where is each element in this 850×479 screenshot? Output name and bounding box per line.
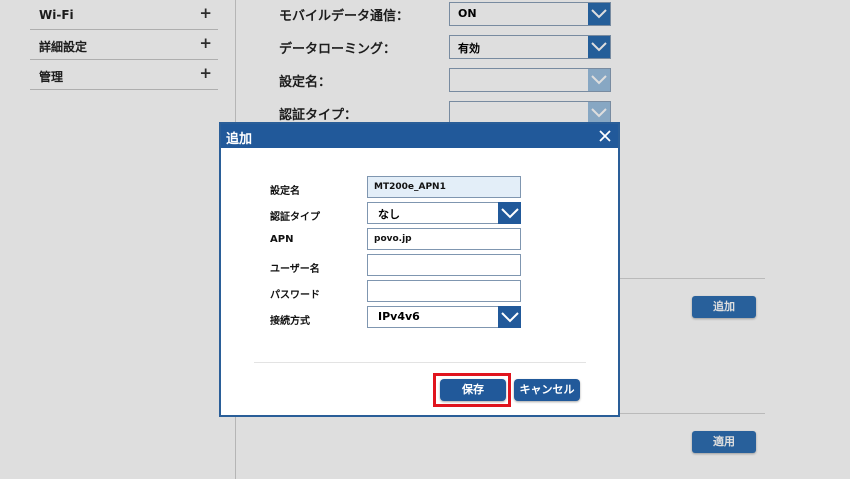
auth-type-field-label: 認証タイプ [270, 212, 320, 223]
auth-type-dropdown[interactable]: なし [367, 202, 521, 224]
dialog-title: 追加 [226, 132, 253, 147]
profile-name-field-label: 設定名 [270, 186, 300, 197]
save-button-highlight [433, 373, 511, 407]
router-settings-page: Wi-Fi + 詳細設定 + 管理 + モバイルデータ通信： ON データローミ… [0, 0, 850, 479]
connection-field-label: 接続方式 [270, 316, 310, 327]
dialog-divider [254, 362, 586, 363]
apn-input[interactable]: povo.jp [367, 228, 521, 250]
cancel-button[interactable]: キャンセル [514, 379, 580, 401]
connection-dropdown[interactable]: IPv4v6 [367, 306, 521, 328]
close-icon[interactable] [598, 128, 612, 142]
connection-dropdown-value: IPv4v6 [378, 310, 420, 323]
username-input[interactable] [367, 254, 521, 276]
auth-type-dropdown-value: なし [378, 208, 400, 221]
password-input[interactable] [367, 280, 521, 302]
password-field-label: パスワード [270, 290, 320, 301]
profile-name-input[interactable]: MT200e_APN1 [367, 176, 521, 198]
username-field-label: ユーザー名 [270, 264, 320, 275]
chevron-down-icon[interactable] [498, 306, 521, 328]
apn-field-label: APN [270, 234, 294, 245]
chevron-down-icon[interactable] [498, 202, 521, 224]
dialog-header: 追加 [221, 124, 618, 148]
add-apn-dialog: 追加 設定名 MT200e_APN1 認証タイプ なし APN povo.jp … [219, 122, 620, 417]
